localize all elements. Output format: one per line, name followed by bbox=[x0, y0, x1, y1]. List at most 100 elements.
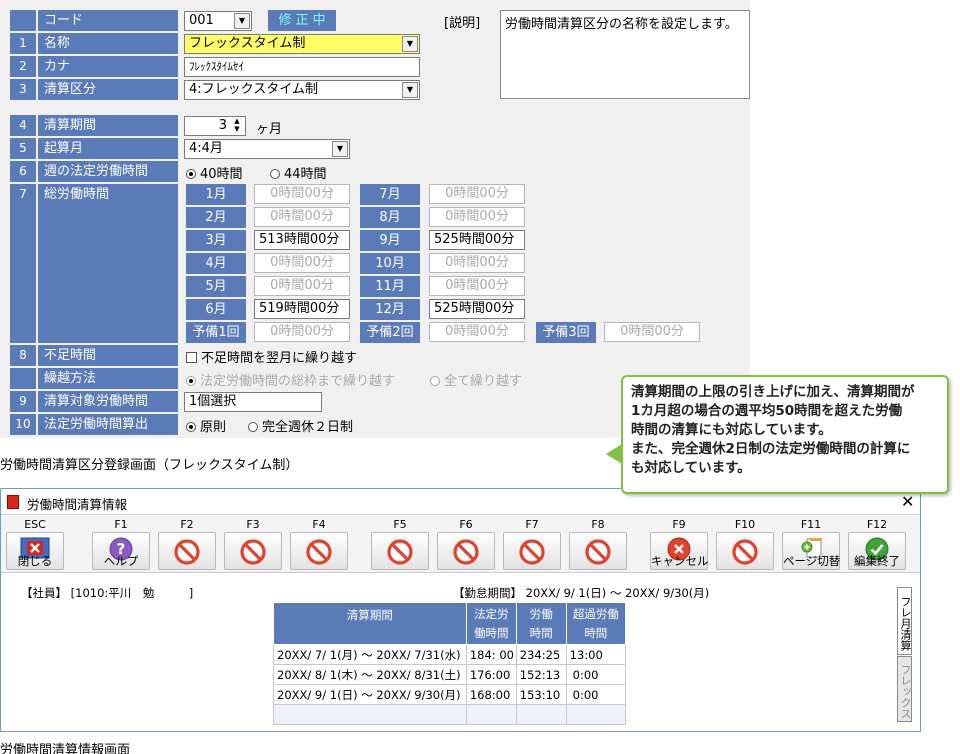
fkey-button[interactable] bbox=[503, 532, 561, 570]
row-label-total-hours: 総労働時間 bbox=[38, 184, 178, 343]
fkey-button[interactable] bbox=[437, 532, 495, 570]
month-hours-input[interactable]: 513時間00分 bbox=[254, 230, 350, 250]
fkey-button[interactable] bbox=[371, 532, 429, 570]
fkey-button[interactable] bbox=[716, 532, 774, 570]
period-stepper[interactable]: 3 ▲ ▼ bbox=[184, 116, 246, 136]
fkey-button[interactable] bbox=[569, 532, 627, 570]
table-cell: 20XX/ 8/ 1(木) ～ 20XX/ 8/31(土) bbox=[273, 664, 467, 685]
fkey-f6: F6 bbox=[436, 518, 496, 571]
header-text: 超過労働 bbox=[572, 606, 619, 621]
disabled-icon bbox=[174, 539, 200, 569]
carry-limit-radio[interactable]: 法定労働時間の総枠まで繰り越す bbox=[186, 370, 395, 389]
row-label-calc: 法定労働時間算出 bbox=[38, 414, 178, 435]
kana-input[interactable]: ﾌﾚｯｸｽﾀｲﾑｾｲ bbox=[184, 57, 420, 77]
fkey-button[interactable]: キャンセル bbox=[650, 532, 709, 570]
table-row-empty bbox=[273, 704, 627, 725]
month-hours-input[interactable]: 0時間00分 bbox=[429, 184, 525, 204]
spare-hours-input[interactable]: 0時間00分 bbox=[604, 322, 700, 342]
disabled-icon bbox=[585, 539, 611, 569]
header-text: 労働 bbox=[529, 606, 553, 621]
tab-flex-monthly-settlement[interactable]: フレ月清算 bbox=[897, 587, 912, 655]
month-hours-input[interactable]: 525時間00分 bbox=[429, 299, 525, 319]
month-label: 2月 bbox=[186, 207, 246, 228]
fkey-button[interactable] bbox=[290, 532, 348, 570]
month-hours-input[interactable]: 0時間00分 bbox=[254, 276, 350, 296]
month-hours-input[interactable]: 0時間00分 bbox=[254, 184, 350, 204]
table-row[interactable]: 20XX/ 7/ 1(月) ～ 20XX/ 7/31(水) 184: 00 23… bbox=[273, 644, 627, 665]
spare-label: 予備1回 bbox=[186, 322, 246, 343]
fkey-button[interactable]: 編集終了 bbox=[848, 532, 906, 570]
table-cell: 168:00 bbox=[465, 684, 517, 705]
close-icon[interactable]: ✕ bbox=[901, 492, 914, 511]
settle-type-select[interactable]: 4:フレックスタイム制 ▼ bbox=[184, 80, 420, 100]
name-select[interactable]: フレックスタイム制 ▼ bbox=[184, 34, 420, 54]
month-hours-input[interactable]: 525時間00分 bbox=[429, 230, 525, 250]
table-cell: 0:00 bbox=[565, 664, 627, 685]
fkey-label: F8 bbox=[591, 518, 605, 531]
caption-form: 労働時間清算区分登録画面（フレックスタイム制） bbox=[0, 458, 299, 473]
fkey-label: F11 bbox=[800, 518, 822, 531]
month-hours-input[interactable]: 519時間00分 bbox=[254, 299, 350, 319]
start-month-select[interactable]: 4:4月 ▼ bbox=[184, 139, 350, 159]
row-number: 3 bbox=[10, 79, 36, 100]
radio-icon bbox=[248, 422, 258, 432]
spare-label: 予備3回 bbox=[536, 322, 596, 343]
column-header: 清算期間 bbox=[273, 602, 467, 645]
month-label: 12月 bbox=[360, 299, 420, 320]
fkey-button[interactable] bbox=[158, 532, 216, 570]
month-hours-input[interactable]: 0時間00分 bbox=[254, 253, 350, 273]
column-header: 法定労 働時間 bbox=[465, 602, 517, 645]
weekly-44-radio[interactable]: 44時間 bbox=[270, 163, 327, 182]
fkey-button[interactable]: ? ヘルプ bbox=[92, 532, 150, 570]
chevron-down-icon[interactable]: ▼ bbox=[332, 141, 348, 157]
fkey-esc: ESC 閉じる bbox=[5, 518, 65, 571]
month-hours-input[interactable]: 0時間00分 bbox=[429, 276, 525, 296]
spare-hours-input[interactable]: 0時間00分 bbox=[254, 322, 350, 342]
stepper-arrows-icon[interactable]: ▲ ▼ bbox=[230, 117, 244, 133]
month-hours-input[interactable]: 0時間00分 bbox=[429, 253, 525, 273]
calc-principle-radio[interactable]: 原則 bbox=[186, 416, 226, 435]
month-hours-input[interactable]: 0時間00分 bbox=[429, 207, 525, 227]
tab-flex[interactable]: フレックス bbox=[897, 656, 912, 722]
calc-two-day-radio[interactable]: 完全週休２日制 bbox=[248, 416, 353, 435]
spare-hours-input[interactable]: 0時間00分 bbox=[429, 322, 525, 342]
table-row[interactable]: 20XX/ 9/ 1(日) ～ 20XX/ 9/30(月) 168:00 153… bbox=[273, 684, 627, 705]
code-select[interactable]: 001 ▼ bbox=[184, 11, 252, 31]
fkey-button[interactable]: 閉じる bbox=[6, 532, 64, 570]
fkey-button[interactable]: ページ切替 bbox=[782, 532, 840, 570]
name-value: フレックスタイム制 bbox=[189, 36, 306, 51]
description-text: 労働時間清算区分の名称を設定します。 bbox=[505, 17, 738, 32]
month-label: 7月 bbox=[360, 184, 420, 205]
fkey-f9: F9 キャンセル bbox=[649, 518, 709, 571]
row-label-target: 清算対象労働時間 bbox=[38, 391, 178, 412]
row-label-period: 清算期間 bbox=[38, 115, 178, 136]
fkey-f1: F1? ヘルプ bbox=[91, 518, 151, 571]
header-text: 清算期間 bbox=[346, 608, 393, 622]
chevron-down-icon[interactable]: ▼ bbox=[402, 36, 418, 52]
table-cell bbox=[515, 704, 567, 725]
row-number: 8 bbox=[10, 345, 36, 366]
row-number: 4 bbox=[10, 115, 36, 136]
carry-all-radio[interactable]: 全て繰り越す bbox=[430, 370, 522, 389]
table-cell: 20XX/ 7/ 1(月) ～ 20XX/ 7/31(水) bbox=[273, 644, 467, 665]
chevron-down-icon[interactable]: ▼ bbox=[402, 82, 418, 98]
radio-icon bbox=[430, 376, 440, 386]
fkey-f12: F12 編集終了 bbox=[847, 518, 907, 571]
row-label-weekly: 週の法定労働時間 bbox=[38, 161, 178, 182]
month-hours-input[interactable]: 0時間00分 bbox=[254, 207, 350, 227]
fkey-button[interactable] bbox=[224, 532, 282, 570]
caption-window: 労働時間清算情報画面 bbox=[0, 743, 131, 754]
column-header: 超過労働 時間 bbox=[565, 602, 627, 645]
weekly-40-radio[interactable]: 40時間 bbox=[186, 163, 243, 182]
shortage-checkbox[interactable]: 不足時間を翌月に繰り越す bbox=[186, 347, 357, 366]
target-select[interactable]: 1個選択 bbox=[184, 392, 322, 412]
checkbox-icon bbox=[186, 352, 197, 363]
table-row[interactable]: 20XX/ 8/ 1(木) ～ 20XX/ 8/31(土) 176:00 152… bbox=[273, 664, 627, 685]
attendance-period: 【勤怠期間】 20XX/ 9/ 1(日) ～ 20XX/ 9/30(月) bbox=[453, 586, 710, 600]
chevron-down-icon[interactable]: ▼ bbox=[234, 13, 250, 29]
table-cell: 184: 00 bbox=[465, 644, 517, 665]
fkey-f3: F3 bbox=[223, 518, 283, 571]
start-month-value: 4:4月 bbox=[189, 141, 223, 156]
header-text: 時間 bbox=[529, 625, 553, 640]
radio-icon bbox=[270, 169, 280, 179]
